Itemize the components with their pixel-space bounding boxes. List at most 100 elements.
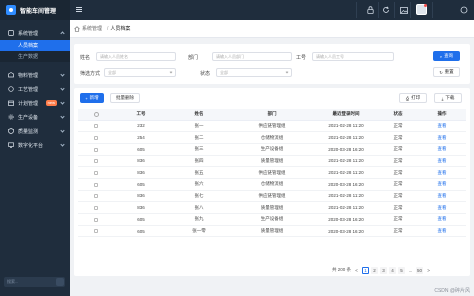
row-checkbox-cell[interactable] xyxy=(78,201,114,214)
view-link[interactable]: 查看 xyxy=(418,166,466,179)
cell-time: 2021-02-28 11:20 xyxy=(314,190,378,203)
home-icon[interactable] xyxy=(74,25,80,32)
table-row[interactable]: 836 张四 质量管理组 2021-02-28 11:20 正常 查看 xyxy=(78,155,466,168)
download-button[interactable]: ⤓ 下载 xyxy=(434,93,462,103)
row-checkbox[interactable] xyxy=(94,147,98,152)
sidebar-item-digital[interactable]: 数字化平台 xyxy=(0,138,70,152)
cell-dept: 仓储物流组 xyxy=(230,131,314,144)
row-checkbox[interactable] xyxy=(94,135,98,140)
sidebar-item-quality[interactable]: 质量监测 xyxy=(0,124,70,138)
row-checkbox[interactable] xyxy=(94,182,98,187)
page-button[interactable]: 2 xyxy=(371,266,379,274)
prev-page-button[interactable]: < xyxy=(353,267,360,274)
column-header[interactable]: 状态 xyxy=(378,109,418,121)
chevron-down-icon xyxy=(60,100,65,105)
table-row[interactable]: 605 张六 仓储物流组 2020-03-28 16:20 正常 查看 xyxy=(78,178,466,191)
row-checkbox-cell[interactable] xyxy=(78,213,114,226)
row-checkbox-cell[interactable] xyxy=(78,155,114,168)
cell-name: 张四 xyxy=(168,155,230,168)
table-row[interactable]: 836 张七 供应链管理组 2021-02-28 11:20 正常 查看 xyxy=(78,190,466,203)
page-button[interactable]: 5 xyxy=(398,266,406,274)
batch-delete-button[interactable]: 批量删除 xyxy=(110,93,140,103)
batch-delete-label: 批量删除 xyxy=(116,95,134,100)
row-checkbox-cell[interactable] xyxy=(78,166,114,179)
row-checkbox-cell[interactable] xyxy=(78,143,114,156)
page-button[interactable]: 1 xyxy=(362,266,370,274)
menu-icon[interactable] xyxy=(76,7,82,12)
refresh-icon[interactable] xyxy=(382,6,390,14)
cell-id: 836 xyxy=(114,166,168,179)
print-button[interactable]: ⎙ 打印 xyxy=(399,93,427,103)
search-button[interactable]: ⌕ 查询 xyxy=(433,51,460,61)
next-page-button[interactable]: > xyxy=(425,267,432,274)
table-row[interactable]: 232 张一 供应链管理组 2021-02-28 11:20 正常 查看 xyxy=(78,120,466,133)
row-checkbox-cell[interactable] xyxy=(78,120,114,133)
row-checkbox-cell[interactable] xyxy=(78,178,114,191)
app-logo[interactable]: 智能车间管理 xyxy=(0,0,70,20)
sidebar-item-system[interactable]: 系统管理 xyxy=(0,26,70,40)
page-button[interactable]: 50 xyxy=(416,266,424,274)
sidebar-subitem-production-data[interactable]: 生产数据 xyxy=(0,51,70,62)
sidebar-item-label: 物料管理 xyxy=(18,72,39,79)
image-icon[interactable] xyxy=(400,6,408,14)
view-link[interactable]: 查看 xyxy=(418,213,466,226)
view-link[interactable]: 查看 xyxy=(418,225,466,238)
sidebar-item-material[interactable]: 物料管理 xyxy=(0,68,70,82)
cell-name: 张八 xyxy=(168,201,230,214)
row-checkbox-cell[interactable] xyxy=(78,190,114,203)
sidebar-item-equipment[interactable]: 生产设备 xyxy=(0,110,70,124)
sidebar-search-placeholder: 搜索... xyxy=(7,279,19,284)
id-input[interactable]: 请输入人员工号 xyxy=(312,52,394,61)
sidebar-subitem-personnel[interactable]: 人员档案 xyxy=(0,40,70,51)
dept-input[interactable]: 请输入人员部门 xyxy=(212,52,292,61)
view-link[interactable]: 查看 xyxy=(418,178,466,191)
status-select[interactable]: 全部 xyxy=(216,68,292,77)
row-checkbox[interactable] xyxy=(94,217,98,222)
table-row[interactable]: 836 张八 质量管理组 2021-02-28 11:20 正常 查看 xyxy=(78,201,466,214)
chevron-up-icon xyxy=(60,31,65,36)
more-icon[interactable] xyxy=(460,6,468,14)
lock-icon[interactable] xyxy=(366,6,374,14)
table-row[interactable]: 254 张二 仓储物流组 2021-02-28 11:20 正常 查看 xyxy=(78,131,466,144)
page-button[interactable]: 4 xyxy=(389,266,397,274)
view-link[interactable]: 查看 xyxy=(418,143,466,156)
reset-button[interactable]: ↻ 重置 xyxy=(433,67,460,77)
add-button[interactable]: + 新增 xyxy=(80,93,104,103)
column-header[interactable]: 最近登录时间 xyxy=(314,109,378,121)
select-all-icon[interactable] xyxy=(93,111,99,117)
column-header[interactable]: 工号 xyxy=(114,109,168,121)
row-checkbox[interactable] xyxy=(94,194,98,199)
breadcrumb-item[interactable]: 系统管理 xyxy=(82,25,102,32)
avatar[interactable] xyxy=(416,4,427,15)
row-checkbox[interactable] xyxy=(94,170,98,175)
page-button[interactable]: 3 xyxy=(380,266,388,274)
row-checkbox[interactable] xyxy=(94,124,98,129)
table-row[interactable]: 605 张三 生产设备组 2020-03-28 16:20 正常 查看 xyxy=(78,143,466,156)
search-icon[interactable] xyxy=(56,278,64,286)
chevron-down-icon xyxy=(60,86,65,91)
table-row[interactable]: 605 张一零 质量管理组 2020-03-28 16:20 正常 查看 xyxy=(78,225,466,238)
view-link[interactable]: 查看 xyxy=(418,190,466,203)
view-link[interactable]: 查看 xyxy=(418,155,466,168)
sidebar-search-input[interactable]: 搜索... xyxy=(4,277,65,287)
row-checkbox[interactable] xyxy=(94,205,98,210)
view-link[interactable]: 查看 xyxy=(418,120,466,133)
sort-select[interactable]: 全部 xyxy=(104,68,176,77)
column-header[interactable]: 姓名 xyxy=(168,109,230,121)
table-row[interactable]: 605 张九 生产设备组 2020-03-28 16:20 正常 查看 xyxy=(78,213,466,226)
name-input[interactable]: 请输入人员姓名 xyxy=(96,52,176,61)
view-link[interactable]: 查看 xyxy=(418,201,466,214)
row-checkbox-cell[interactable] xyxy=(78,225,114,238)
row-checkbox[interactable] xyxy=(94,229,98,234)
row-checkbox-cell[interactable] xyxy=(78,131,114,144)
sidebar-item-process[interactable]: 工艺管理 xyxy=(0,82,70,96)
select-all-header[interactable] xyxy=(78,109,114,121)
column-header[interactable]: 部门 xyxy=(230,109,314,121)
print-button-label: 打印 xyxy=(411,95,421,100)
id-placeholder: 请输入人员工号 xyxy=(316,53,344,59)
row-checkbox[interactable] xyxy=(94,159,98,164)
table-row[interactable]: 836 张五 供应链管理组 2021-02-28 11:20 正常 查看 xyxy=(78,166,466,179)
cell-dept: 质量管理组 xyxy=(230,201,314,214)
sidebar-item-plan[interactable]: 计划管理 new xyxy=(0,96,70,110)
view-link[interactable]: 查看 xyxy=(418,131,466,144)
